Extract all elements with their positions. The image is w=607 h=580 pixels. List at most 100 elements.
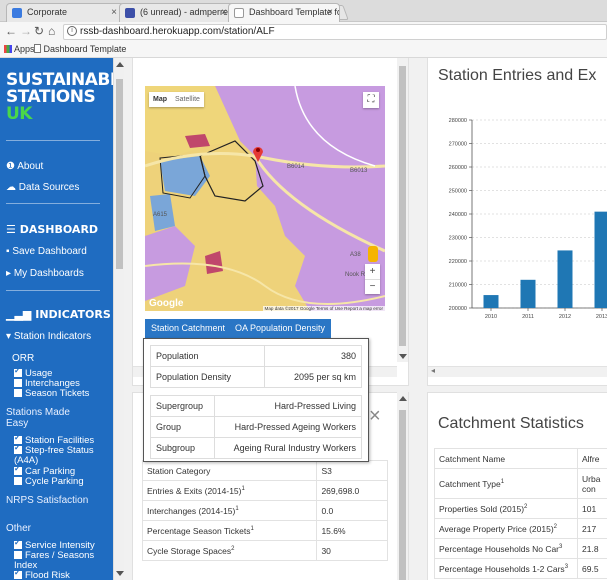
mail-favicon-icon bbox=[125, 8, 135, 18]
checkbox-unchecked-icon bbox=[14, 477, 22, 485]
chart-card-hscroll[interactable]: ◂ bbox=[428, 366, 607, 377]
classification-table: Supergroup Hard-Pressed Living Group Hard-… bbox=[150, 395, 363, 459]
population-table: Population 380 Population Density 2095 per… bbox=[149, 345, 362, 388]
row-value: Alfre bbox=[577, 448, 607, 469]
tab-oa-population-density[interactable]: OA Population Density bbox=[229, 319, 332, 338]
checkbox-cycle-parking[interactable]: Cycle Parking bbox=[14, 477, 84, 487]
station-marker-icon[interactable] bbox=[252, 144, 264, 162]
table-card-vscroll[interactable] bbox=[397, 392, 408, 580]
checkbox-fares-seasons[interactable]: Fares / Seasons Index bbox=[14, 551, 112, 571]
map-card-vscroll[interactable] bbox=[397, 58, 408, 362]
browser-tab-dashboard[interactable]: Dashboard Template fo × bbox=[228, 3, 340, 22]
bookmark-label: Apps bbox=[14, 44, 35, 54]
row-value: Urba con bbox=[577, 468, 607, 499]
info-icon: ❶ bbox=[6, 161, 15, 172]
catchment-stats-table: Catchment Name Alfre Catchment Type1 Urba … bbox=[434, 448, 607, 579]
browser-tab-mail[interactable]: (6 unread) - admperret@ × bbox=[119, 3, 234, 22]
row-label-text: Catchment Type bbox=[439, 478, 501, 489]
row-label: Catchment Name bbox=[434, 448, 578, 469]
caret-down-icon: ▾ bbox=[6, 331, 12, 342]
checkbox-checked-icon bbox=[14, 443, 22, 454]
cloud-icon: ☁ bbox=[6, 182, 16, 193]
scrollbar-thumb[interactable] bbox=[399, 410, 406, 580]
close-tab-icon[interactable]: × bbox=[327, 4, 333, 21]
tab-label: Corporate bbox=[27, 7, 68, 17]
row-value: Hard-Pressed Living bbox=[213, 395, 363, 417]
checkbox-season-tickets[interactable]: Season Tickets bbox=[14, 389, 89, 399]
section-nrps: NRPS Satisfaction bbox=[6, 495, 89, 506]
scroll-down-icon[interactable] bbox=[116, 571, 124, 576]
info-icon[interactable]: i bbox=[67, 26, 77, 36]
row-label-text: Catchment Name bbox=[439, 453, 506, 464]
bookmark-apps[interactable]: Apps bbox=[4, 42, 35, 57]
scrollbar-thumb[interactable] bbox=[116, 79, 123, 269]
row-label: Percentage Households 1-2 Cars3 bbox=[434, 558, 578, 579]
sidebar-item-data-sources[interactable]: ☁ Data Sources bbox=[6, 182, 79, 193]
scroll-down-icon[interactable] bbox=[399, 354, 407, 359]
reload-icon[interactable]: ↻ bbox=[34, 24, 44, 38]
table-row: Interchanges (2014-15)1 0.0 bbox=[141, 500, 388, 521]
map-type-toggle: Map Satellite bbox=[149, 92, 204, 107]
y-tick-label: 250000 bbox=[449, 189, 467, 195]
tab-station-catchment[interactable]: Station Catchment bbox=[145, 319, 232, 338]
bookmark-label: Dashboard Template bbox=[43, 44, 127, 54]
row-value: 21.8 bbox=[577, 538, 607, 559]
sidebar-item-label: Data Sources bbox=[18, 182, 80, 193]
close-tab-icon[interactable]: × bbox=[111, 4, 117, 21]
bookmark-dashboard-template[interactable]: Dashboard Template bbox=[34, 42, 126, 57]
map-attribution[interactable]: Map data ©2017 Google Terms of Use Repor… bbox=[262, 306, 385, 311]
dashboard-icon: ☰ bbox=[6, 223, 16, 236]
checkbox-checked-icon bbox=[14, 366, 22, 377]
chart-title: Station Entries and Ex bbox=[438, 67, 597, 84]
sidebar-item-station-indicators[interactable]: ▾ Station Indicators bbox=[6, 331, 91, 342]
table-row: Catchment Type1 Urba con bbox=[434, 468, 607, 499]
pegman-icon[interactable] bbox=[368, 246, 378, 262]
table-row: Group Hard-Pressed Ageing Workers bbox=[150, 416, 363, 438]
brand-logo: SUSTAINABLE STATIONS UK bbox=[6, 72, 113, 123]
scroll-up-icon[interactable] bbox=[399, 396, 407, 401]
back-arrow-icon[interactable]: ← bbox=[5, 24, 17, 38]
caret-right-icon: ▸ bbox=[6, 268, 12, 279]
checkbox-checked-icon bbox=[14, 568, 22, 579]
sidebar-item-about[interactable]: ❶ About bbox=[6, 161, 43, 172]
station-map[interactable]: B6014 B6013 A38 Nook Rd A615 Map Satellit… bbox=[145, 86, 385, 311]
row-label-text: Entries & Exits (2014-15) bbox=[147, 485, 242, 496]
heading-label: DASHBOARD bbox=[19, 223, 99, 236]
checkbox-unchecked-icon bbox=[14, 389, 22, 397]
row-value: 380 bbox=[264, 345, 362, 367]
bar-chart-icon: ▁▃▆ bbox=[6, 308, 32, 321]
checkbox-step-free[interactable]: Step-free Status (A4A) bbox=[14, 443, 112, 466]
sidebar-item-save-dashboard[interactable]: ▪ Save Dashboard bbox=[6, 246, 87, 257]
checkbox-checked-icon bbox=[14, 464, 22, 475]
table-row: Station Category S3 bbox=[141, 460, 388, 481]
zoom-out-button[interactable]: − bbox=[365, 279, 380, 294]
close-icon[interactable]: × bbox=[369, 405, 381, 428]
scroll-up-icon[interactable] bbox=[116, 62, 124, 67]
scrollbar-thumb[interactable] bbox=[399, 66, 406, 346]
bar bbox=[520, 279, 536, 308]
close-tab-icon[interactable]: × bbox=[221, 4, 227, 21]
table-row: Cycle Storage Spaces2 30 bbox=[141, 540, 388, 561]
home-icon[interactable]: ⌂ bbox=[48, 24, 55, 38]
forward-arrow-icon[interactable]: → bbox=[20, 24, 32, 38]
divider bbox=[6, 140, 100, 141]
sidebar-scrollbar[interactable] bbox=[113, 58, 124, 580]
row-value: 69.5 bbox=[577, 558, 607, 579]
checkbox-label: Season Tickets bbox=[25, 388, 90, 399]
checkbox-flood-risk[interactable]: Flood Risk bbox=[14, 568, 70, 580]
map-type-satellite-button[interactable]: Satellite bbox=[171, 92, 204, 107]
zoom-in-button[interactable]: + bbox=[365, 264, 380, 279]
footnote-ref: 3 bbox=[564, 563, 569, 570]
scroll-left-icon[interactable]: ◂ bbox=[431, 366, 435, 375]
sidebar: SUSTAINABLE STATIONS UK ❶ About ☁ Data S… bbox=[0, 58, 113, 580]
checkbox-checked-icon bbox=[14, 538, 22, 549]
fullscreen-icon[interactable]: ⛶ bbox=[363, 92, 379, 108]
map-type-map-button[interactable]: Map bbox=[149, 92, 171, 107]
row-value: 269,698.0 bbox=[316, 480, 388, 501]
table-row: Population Density 2095 per sq km bbox=[149, 366, 362, 388]
road-label: A38 bbox=[350, 252, 361, 258]
row-value: 0.0 bbox=[316, 500, 388, 521]
browser-tab-corporate[interactable]: Corporate × bbox=[6, 3, 124, 22]
sidebar-item-my-dashboards[interactable]: ▸ My Dashboards bbox=[6, 268, 84, 279]
url-input[interactable]: i rssb-dashboard.herokuapp.com/station/A… bbox=[63, 24, 607, 40]
